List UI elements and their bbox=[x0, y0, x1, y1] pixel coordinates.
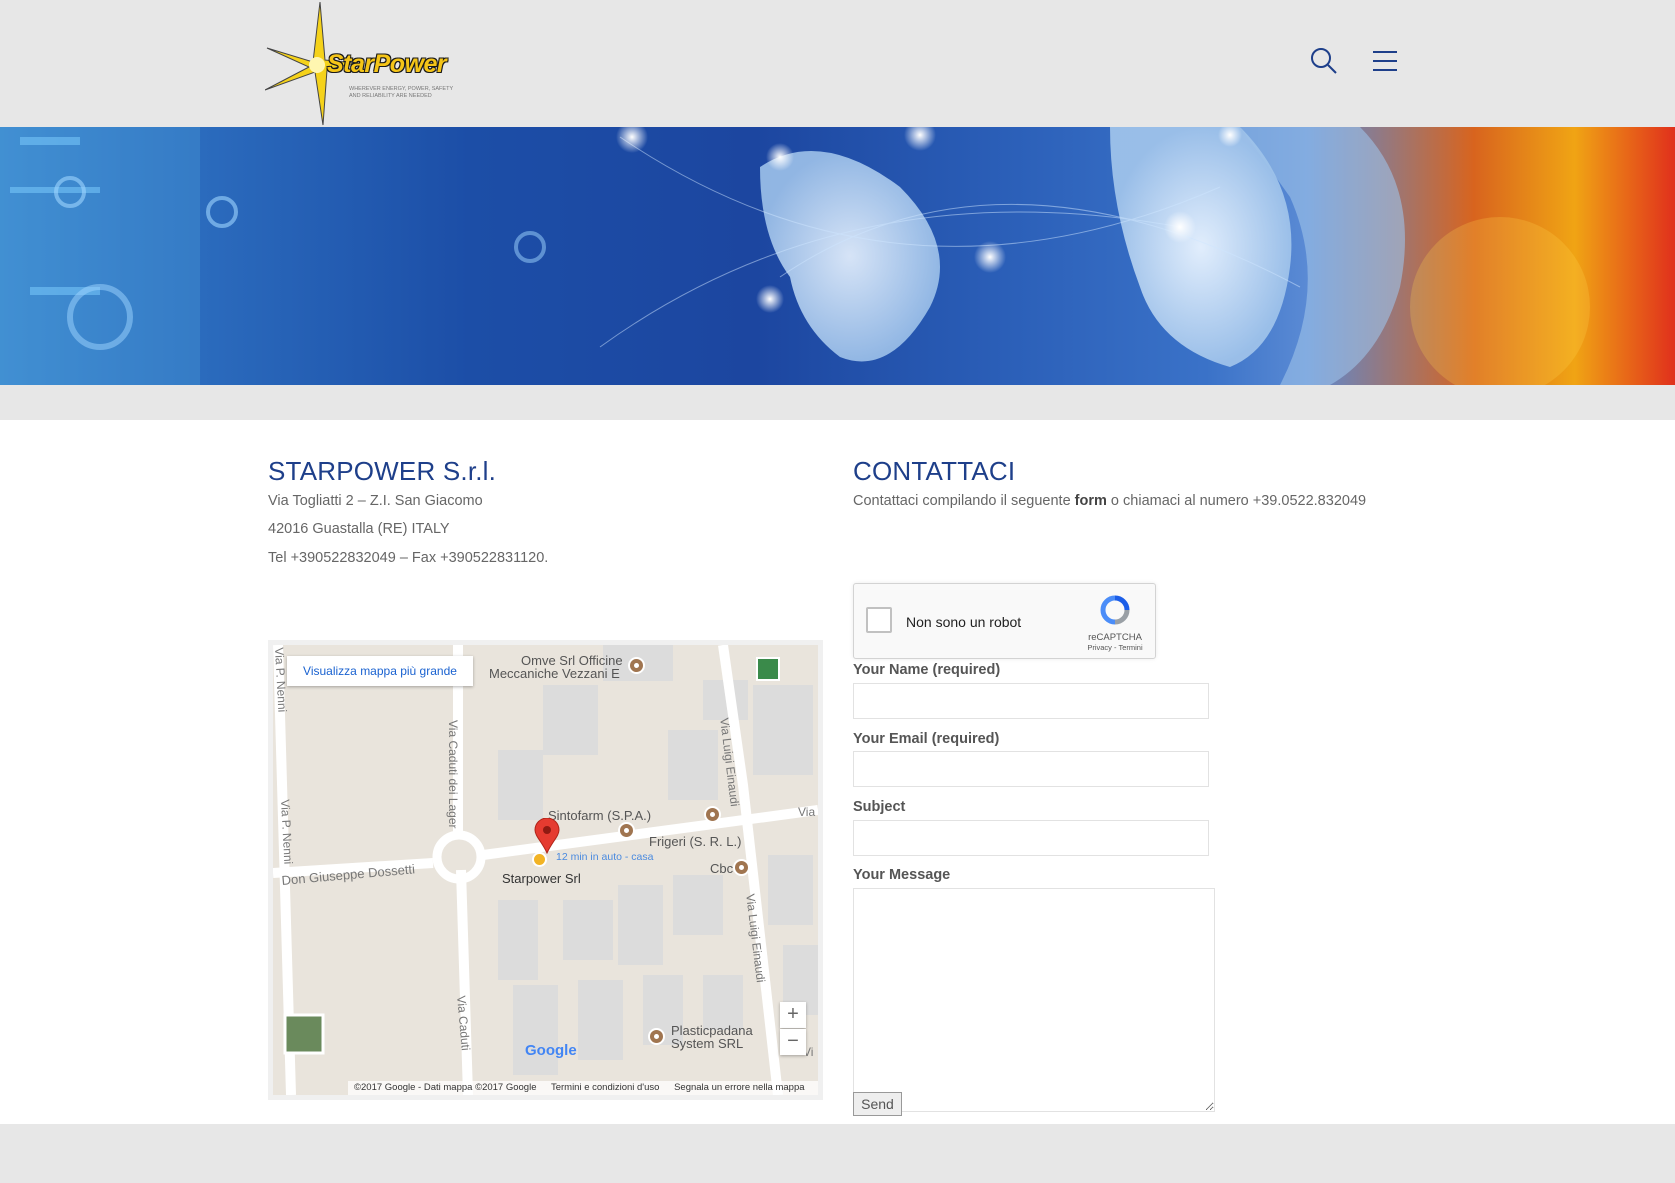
site-header: StarPower WHEREVER ENERGY, POWER, SAFETY… bbox=[0, 0, 1675, 127]
zoom-in-button[interactable]: + bbox=[780, 1002, 806, 1028]
hamburger-menu-icon[interactable] bbox=[1370, 46, 1400, 76]
map-terms-link[interactable]: Termini e condizioni d'uso bbox=[551, 1082, 659, 1093]
map-label-drive-time: 12 min in auto - casa bbox=[556, 851, 654, 863]
satellite-toggle-icon[interactable] bbox=[285, 1015, 323, 1053]
fullscreen-map-icon[interactable] bbox=[757, 658, 779, 680]
address-line-2: 42016 Guastalla (RE) ITALY bbox=[268, 521, 450, 537]
name-label: Your Name (required) bbox=[853, 662, 1001, 678]
phone-fax: Tel +390522832049 – Fax +390522831120. bbox=[268, 550, 549, 566]
zoom-out-button[interactable]: − bbox=[780, 1029, 806, 1055]
email-label: Your Email (required) bbox=[853, 731, 1000, 747]
view-larger-map-button[interactable]: Visualizza mappa più grande bbox=[287, 656, 473, 686]
map-report-link[interactable]: Segnala un errore nella mappa bbox=[674, 1082, 804, 1093]
map-label-via-right: Via bbox=[798, 805, 816, 819]
contact-intro-text: Contattaci compilando il seguente bbox=[853, 493, 1075, 509]
site-logo[interactable]: StarPower WHEREVER ENERGY, POWER, SAFETY… bbox=[265, 0, 475, 127]
poi-marker-icon[interactable] bbox=[733, 859, 750, 876]
email-input[interactable] bbox=[853, 751, 1209, 787]
contact-title: CONTATTACI bbox=[853, 456, 1016, 486]
google-logo: Google bbox=[525, 1042, 577, 1059]
map-label-plasticpadana-2: System SRL bbox=[671, 1036, 744, 1051]
search-icon[interactable] bbox=[1309, 46, 1339, 76]
company-title: STARPOWER S.r.l. bbox=[268, 456, 497, 486]
contact-intro-form: form bbox=[1074, 493, 1107, 509]
map-label-frigeri: Frigeri (S. R. L.) bbox=[649, 834, 742, 849]
company-info: STARPOWER S.r.l. Via Togliatti 2 – Z.I. … bbox=[268, 456, 823, 1100]
recaptcha-logo: reCAPTCHA Privacy - Termini bbox=[1087, 595, 1143, 652]
recaptcha-privacy-terms[interactable]: Privacy - Termini bbox=[1087, 643, 1143, 652]
poi-marker-icon[interactable] bbox=[618, 822, 635, 839]
logo-tagline: WHEREVER ENERGY, POWER, SAFETY AND RELIA… bbox=[349, 86, 454, 99]
map-label-omve-2: Meccaniche Vezzani E bbox=[489, 666, 620, 681]
contact-form: CONTATTACI Contattaci compilando il segu… bbox=[853, 456, 1413, 1116]
logo-wordmark: StarPower bbox=[327, 50, 447, 78]
poi-marker-icon[interactable] bbox=[648, 1028, 665, 1045]
map-copyright: ©2017 Google - Dati mappa ©2017 Google bbox=[354, 1082, 537, 1093]
recaptcha-checkbox[interactable] bbox=[866, 607, 892, 633]
poi-marker-icon[interactable] bbox=[704, 806, 721, 823]
contact-intro: Contattaci compilando il seguente form o… bbox=[853, 493, 1366, 509]
recaptcha-label: Non sono un robot bbox=[906, 614, 1022, 630]
globe-network-illustration bbox=[0, 127, 1590, 385]
recaptcha-widget: Non sono un robot reCAPTCHA Privacy - Te… bbox=[853, 583, 1156, 659]
contact-intro-phone: o chiamaci al numero +39.0522.832049 bbox=[1106, 493, 1367, 509]
name-input[interactable] bbox=[853, 683, 1209, 719]
google-map[interactable]: Visualizza mappa più grande Omve Srl Off… bbox=[268, 640, 823, 1100]
message-label: Your Message bbox=[853, 867, 951, 883]
message-textarea[interactable] bbox=[853, 888, 1215, 1112]
map-label-sintofarm: Sintofarm (S.P.A.) bbox=[548, 808, 652, 823]
poi-marker-icon[interactable] bbox=[628, 657, 645, 674]
subject-label: Subject bbox=[853, 799, 906, 815]
send-button[interactable]: Send bbox=[853, 1092, 902, 1116]
address-line-1: Via Togliatti 2 – Z.I. San Giacomo bbox=[268, 493, 483, 509]
map-attribution: ©2017 Google - Dati mappa ©2017 Google T… bbox=[348, 1081, 818, 1095]
map-label-cbc: Cbc bbox=[710, 861, 734, 876]
hero-banner bbox=[0, 127, 1675, 385]
recaptcha-icon bbox=[1100, 595, 1130, 625]
location-pin-icon[interactable] bbox=[534, 818, 560, 854]
recaptcha-brand: reCAPTCHA bbox=[1088, 632, 1142, 643]
main-content: STARPOWER S.r.l. Via Togliatti 2 – Z.I. … bbox=[0, 420, 1675, 1124]
subject-input[interactable] bbox=[853, 820, 1209, 856]
map-label-starpower: Starpower Srl bbox=[502, 871, 581, 886]
map-label-caduti-lager: Via Caduti dei Lager bbox=[446, 720, 460, 829]
star-marker-icon bbox=[532, 852, 547, 867]
